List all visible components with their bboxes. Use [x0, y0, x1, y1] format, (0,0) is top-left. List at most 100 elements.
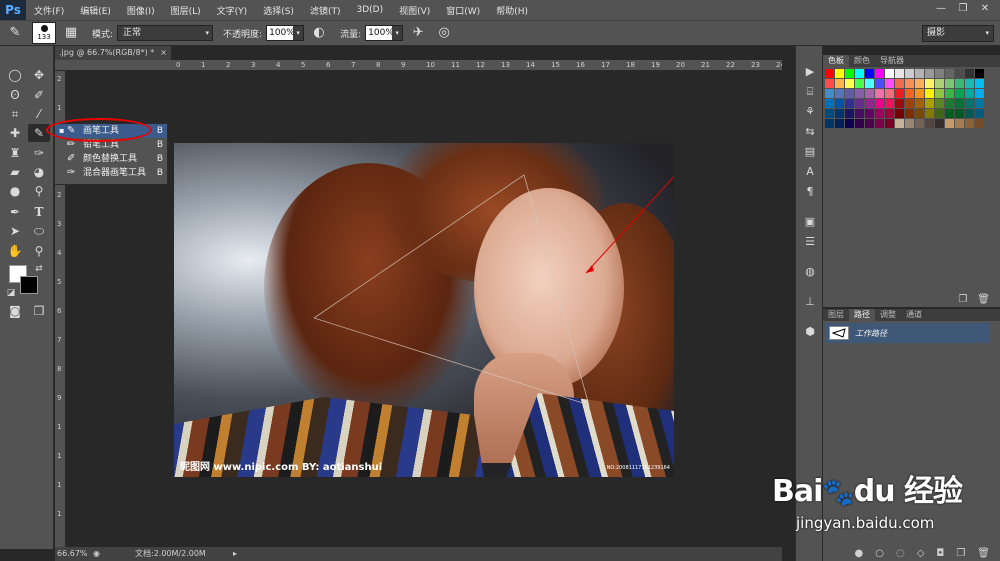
- pressure-size-icon[interactable]: ◎: [433, 23, 455, 43]
- color-swatch[interactable]: [835, 119, 844, 128]
- workspace-select[interactable]: 摄影 ▾: [922, 25, 994, 42]
- menu-layer[interactable]: 图层(L): [163, 4, 209, 17]
- quick-selection-tool-icon[interactable]: ✐: [28, 86, 50, 104]
- color-swatch[interactable]: [915, 69, 924, 78]
- color-swatch[interactable]: [905, 79, 914, 88]
- paragraph-icon[interactable]: ¶: [802, 184, 818, 200]
- color-swatch[interactable]: [925, 119, 934, 128]
- clone-source-icon[interactable]: ◍: [802, 264, 818, 280]
- airbrush-icon[interactable]: ✈: [407, 23, 429, 43]
- color-swatch[interactable]: [855, 89, 864, 98]
- color-swatch[interactable]: [875, 99, 884, 108]
- tab-layers[interactable]: 图层: [823, 309, 849, 321]
- add-mask-icon[interactable]: ◘: [936, 548, 944, 559]
- brush-size-picker[interactable]: 133: [32, 22, 56, 44]
- color-swatch[interactable]: [965, 99, 974, 108]
- color-swatch[interactable]: [895, 119, 904, 128]
- close-button[interactable]: ✕: [976, 2, 994, 16]
- color-swatch[interactable]: [845, 99, 854, 108]
- move-tool-icon[interactable]: ✥: [28, 66, 50, 84]
- color-swatch[interactable]: [885, 99, 894, 108]
- color-swatch[interactable]: [835, 99, 844, 108]
- color-swatch[interactable]: [925, 79, 934, 88]
- notes-icon[interactable]: ☰: [802, 234, 818, 250]
- color-swatch[interactable]: [845, 79, 854, 88]
- status-menu-arrow-icon[interactable]: ▸: [233, 547, 237, 561]
- color-swatch[interactable]: [835, 89, 844, 98]
- color-swatch[interactable]: [835, 69, 844, 78]
- color-swatch[interactable]: [965, 109, 974, 118]
- color-swatch[interactable]: [925, 99, 934, 108]
- type-tool-icon[interactable]: T: [28, 203, 50, 221]
- color-swatch[interactable]: [865, 79, 874, 88]
- history-icon[interactable]: ⌸: [802, 84, 818, 100]
- timeline-icon[interactable]: ⊥: [802, 294, 818, 310]
- character-icon[interactable]: A: [802, 164, 818, 180]
- color-swatch[interactable]: [975, 69, 984, 78]
- color-swatch[interactable]: [885, 69, 894, 78]
- restore-button[interactable]: ❐: [954, 2, 972, 16]
- color-swatch[interactable]: [945, 119, 954, 128]
- menu-edit[interactable]: 编辑(E): [72, 4, 119, 17]
- color-swatch[interactable]: [905, 99, 914, 108]
- color-swatch[interactable]: [855, 109, 864, 118]
- color-swatch[interactable]: [845, 89, 854, 98]
- menu-view[interactable]: 视图(V): [391, 4, 438, 17]
- color-swatch[interactable]: [925, 89, 934, 98]
- color-swatch[interactable]: [945, 79, 954, 88]
- flyout-item-mixer-brush[interactable]: ✑ 混合器画笔工具 B: [55, 166, 167, 180]
- flyout-item-color-replacement[interactable]: ✐ 颜色替换工具 B: [55, 152, 167, 166]
- properties-icon[interactable]: ▤: [802, 144, 818, 160]
- color-swatch[interactable]: [865, 69, 874, 78]
- color-swatch[interactable]: [955, 99, 964, 108]
- color-swatch[interactable]: [825, 99, 834, 108]
- color-swatch[interactable]: [955, 69, 964, 78]
- color-swatch[interactable]: [935, 79, 944, 88]
- close-tab-icon[interactable]: ×: [160, 46, 167, 60]
- stroke-path-icon[interactable]: ○: [875, 548, 884, 559]
- color-swatch[interactable]: [965, 89, 974, 98]
- opacity-field[interactable]: 100% ▾: [266, 25, 305, 41]
- delete-path-icon[interactable]: 🗑: [977, 548, 990, 559]
- color-swatch[interactable]: [825, 89, 834, 98]
- color-swatch[interactable]: [925, 109, 934, 118]
- pressure-opacity-icon[interactable]: ◐: [308, 23, 330, 43]
- lasso-tool-icon[interactable]: ʘ: [4, 86, 26, 104]
- ellipse-tool-icon[interactable]: ⬭: [28, 222, 50, 240]
- color-swatch[interactable]: [945, 109, 954, 118]
- pen-tool-icon[interactable]: ✒: [4, 203, 26, 221]
- tab-adjustments[interactable]: 调整: [875, 309, 901, 321]
- fill-path-icon[interactable]: ●: [855, 548, 864, 559]
- color-swatch[interactable]: [885, 79, 894, 88]
- color-swatch[interactable]: [915, 79, 924, 88]
- color-swatch[interactable]: [905, 69, 914, 78]
- menu-file[interactable]: 文件(F): [26, 4, 72, 17]
- color-swatch[interactable]: [845, 69, 854, 78]
- color-swatch[interactable]: [865, 99, 874, 108]
- load-selection-icon[interactable]: ◌: [896, 548, 905, 559]
- color-swatch[interactable]: [885, 109, 894, 118]
- color-swatch[interactable]: [855, 119, 864, 128]
- color-swatch[interactable]: [895, 109, 904, 118]
- color-swatch[interactable]: [975, 119, 984, 128]
- color-swatch[interactable]: [965, 119, 974, 128]
- menu-help[interactable]: 帮助(H): [488, 4, 536, 17]
- color-swatch[interactable]: [915, 109, 924, 118]
- zoom-level[interactable]: 66.67%: [57, 547, 88, 561]
- minimize-button[interactable]: —: [932, 2, 950, 16]
- play-action-icon[interactable]: ▶: [802, 64, 818, 80]
- mode-select[interactable]: 正常 ▾: [117, 25, 214, 41]
- menu-type[interactable]: 文字(Y): [209, 4, 256, 17]
- color-swatch[interactable]: [945, 89, 954, 98]
- chevron-down-icon[interactable]: ▾: [392, 26, 403, 40]
- color-swatch[interactable]: [825, 79, 834, 88]
- dodge-tool-icon[interactable]: ⚲: [28, 182, 50, 200]
- color-swatch[interactable]: [875, 69, 884, 78]
- info-icon[interactable]: ▣: [802, 214, 818, 230]
- color-swatch[interactable]: [915, 119, 924, 128]
- color-swatch[interactable]: [935, 99, 944, 108]
- color-swatch[interactable]: [875, 89, 884, 98]
- status-options-icon[interactable]: ◉: [93, 547, 100, 561]
- tab-paths[interactable]: 路径: [849, 309, 875, 321]
- color-swatch[interactable]: [875, 79, 884, 88]
